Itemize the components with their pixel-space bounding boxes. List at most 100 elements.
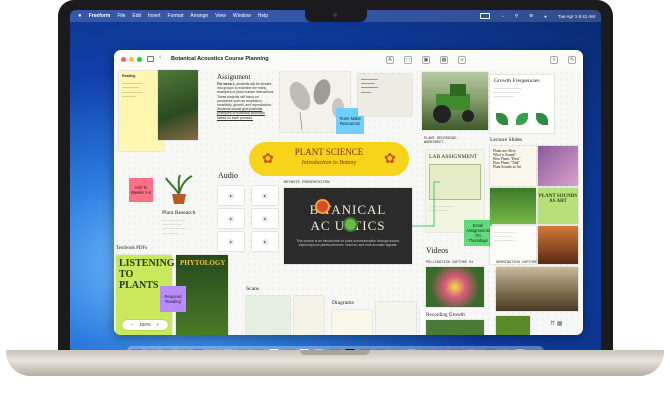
germination-label: GERMINATION CAPTURE 02 bbox=[496, 261, 544, 265]
audio-clip-card[interactable] bbox=[218, 186, 244, 205]
apple-menu-icon[interactable]: ● bbox=[78, 13, 82, 19]
audio-clip-card[interactable] bbox=[218, 232, 244, 251]
zoom-in-icon[interactable]: + bbox=[156, 322, 159, 327]
play-icon[interactable] bbox=[262, 239, 268, 245]
team-resources-text: Team Make Resources bbox=[339, 116, 361, 126]
lecture-slide-list[interactable]: Plants are Alive What is Sound? How Plan… bbox=[490, 146, 536, 186]
menu-help[interactable]: Help bbox=[258, 13, 268, 19]
recording-growth-heading: Recording Growth bbox=[426, 312, 465, 318]
tractor-icon bbox=[433, 84, 474, 123]
assignment-heading: Assignment bbox=[217, 73, 251, 81]
sticky-note-icon[interactable]: ▣ bbox=[422, 56, 430, 64]
diagram-card[interactable] bbox=[376, 302, 416, 335]
keynote-title-line1: B TANICAL bbox=[309, 202, 387, 217]
keynote-label: KEYNOTE PRESENTATION bbox=[284, 181, 330, 185]
leaf-icon bbox=[496, 113, 508, 125]
leaf-icon bbox=[516, 113, 528, 125]
wifi-icon[interactable]: ◔ bbox=[501, 14, 504, 19]
pollination-video[interactable] bbox=[426, 267, 484, 307]
plant-photo-card[interactable] bbox=[158, 70, 198, 140]
minimize-button[interactable] bbox=[129, 57, 134, 62]
menu-format[interactable]: Format bbox=[168, 13, 184, 19]
menu-window[interactable]: Window bbox=[233, 13, 251, 19]
control-center-icon[interactable]: ⚙ bbox=[529, 13, 533, 19]
connector-line[interactable] bbox=[410, 180, 470, 240]
keynote-flower-icon bbox=[317, 201, 328, 212]
play-icon[interactable] bbox=[228, 216, 234, 222]
diagrams-heading: Diagrams bbox=[332, 300, 354, 306]
sidebar-toggle-icon[interactable] bbox=[147, 56, 154, 62]
germination-video[interactable] bbox=[496, 267, 578, 311]
siri-icon[interactable]: ● bbox=[544, 14, 547, 19]
required-reading-sticky[interactable]: Required Reading bbox=[160, 286, 186, 312]
audio-clip-card[interactable] bbox=[252, 186, 278, 205]
menu-edit[interactable]: Edit bbox=[132, 13, 141, 19]
leaf-icon bbox=[536, 113, 548, 125]
poster-slide-art[interactable]: PLANT SOUNDS AS ART bbox=[538, 188, 578, 224]
zoom-control[interactable]: − 100% + bbox=[122, 320, 168, 330]
textbook-heading: Textbook PDFs bbox=[116, 246, 148, 251]
reading-note-card[interactable]: Reading —————— ————— —————— ———— bbox=[119, 71, 163, 151]
menu-view[interactable]: View bbox=[215, 13, 226, 19]
add-to-weeks-text: Add To Weeks 1-6 bbox=[131, 185, 151, 195]
media-icon[interactable]: ▦ bbox=[440, 56, 448, 64]
back-chevron-icon[interactable]: ‹ bbox=[159, 54, 161, 61]
document-card[interactable]: ▬▬▬▬▬ ▬▬▬▬ ▬▬▬▬▬ ▬▬▬ bbox=[358, 74, 412, 116]
audio-clip-card[interactable] bbox=[252, 232, 278, 251]
board-view-icon[interactable]: ⇈ ▦ bbox=[550, 320, 562, 327]
share-icon[interactable]: ⇧ bbox=[550, 56, 558, 64]
lecture-slide-image[interactable] bbox=[538, 146, 578, 186]
assignment-body-text: students will be divided into groups to … bbox=[217, 82, 275, 108]
menu-arrange[interactable]: Arrange bbox=[190, 13, 208, 19]
worksheet-label: PLANT RECORDING WORKSHEET bbox=[424, 137, 457, 145]
potted-plant-icon bbox=[165, 174, 193, 204]
play-icon[interactable] bbox=[262, 216, 268, 222]
lecture-heading: Lecture Slides bbox=[490, 137, 523, 143]
laptop-base-notch bbox=[300, 350, 370, 355]
close-button[interactable] bbox=[121, 57, 126, 62]
audio-heading: Audio bbox=[218, 171, 238, 180]
audio-clip-card[interactable] bbox=[252, 209, 278, 228]
assignment-text: For week 1, students will be divided int… bbox=[217, 82, 275, 120]
play-icon[interactable] bbox=[262, 193, 268, 199]
text-box-icon[interactable]: A bbox=[386, 56, 394, 64]
lab-assignment-title: LAB ASSIGNMENT bbox=[429, 154, 478, 160]
menu-clock[interactable]: Tue Apr 1 9:41 AM bbox=[558, 14, 595, 19]
growth-frequencies-card[interactable]: Growth Frequencies ———————— ——————— —————— bbox=[490, 75, 554, 133]
board-canvas[interactable]: Reading —————— ————— —————— ———— Assignment… bbox=[114, 70, 583, 335]
scan-card[interactable] bbox=[246, 296, 290, 335]
assignment-link-text[interactable]: Students should give potential examples … bbox=[217, 107, 265, 119]
scan-card[interactable] bbox=[294, 296, 324, 335]
poster-text: PLANT SOUNDS AS ART bbox=[538, 194, 578, 204]
recording-video[interactable] bbox=[426, 320, 484, 335]
growth-body-lines: ———————— ——————— —————— bbox=[494, 86, 522, 99]
poster-slide-plants[interactable] bbox=[490, 188, 536, 224]
required-reading-text: Required Reading bbox=[164, 294, 182, 304]
menu-insert[interactable]: Insert bbox=[148, 13, 161, 19]
diagram-card[interactable] bbox=[332, 310, 372, 335]
keynote-body: This course is an introduction to plant … bbox=[296, 239, 400, 248]
lecture-slide-text[interactable]: —————— ————— —————— bbox=[490, 226, 536, 264]
attach-icon[interactable]: ∞ bbox=[458, 56, 466, 64]
zoom-button[interactable] bbox=[137, 57, 142, 62]
videos-heading: Videos bbox=[426, 246, 449, 255]
recording-video[interactable] bbox=[496, 316, 530, 335]
play-icon[interactable] bbox=[228, 239, 234, 245]
menu-app-name[interactable]: Freeform bbox=[89, 13, 111, 19]
tractor-photo-card[interactable] bbox=[422, 72, 488, 130]
lecture-item: Plant Sounds as Art bbox=[493, 165, 522, 169]
play-icon[interactable] bbox=[228, 193, 234, 199]
add-to-weeks-sticky[interactable]: Add To Weeks 1-6 bbox=[129, 178, 153, 202]
menu-file[interactable]: File bbox=[117, 13, 125, 19]
edit-board-icon[interactable]: ✎ bbox=[568, 56, 576, 64]
banner-title: PLANT SCIENCE bbox=[294, 147, 364, 157]
lecture-slide-photo[interactable] bbox=[538, 226, 578, 264]
lecture-item: Plants are Alive bbox=[493, 149, 516, 153]
shape-icon[interactable]: □ bbox=[404, 56, 412, 64]
audio-clip-card[interactable] bbox=[218, 209, 244, 228]
search-icon[interactable]: ⚲ bbox=[515, 13, 518, 19]
battery-icon[interactable] bbox=[480, 13, 491, 19]
pollination-label: POLLINATION CAPTURE 01 bbox=[426, 261, 474, 265]
zoom-level[interactable]: 100% bbox=[139, 322, 151, 327]
zoom-out-icon[interactable]: − bbox=[131, 322, 134, 327]
